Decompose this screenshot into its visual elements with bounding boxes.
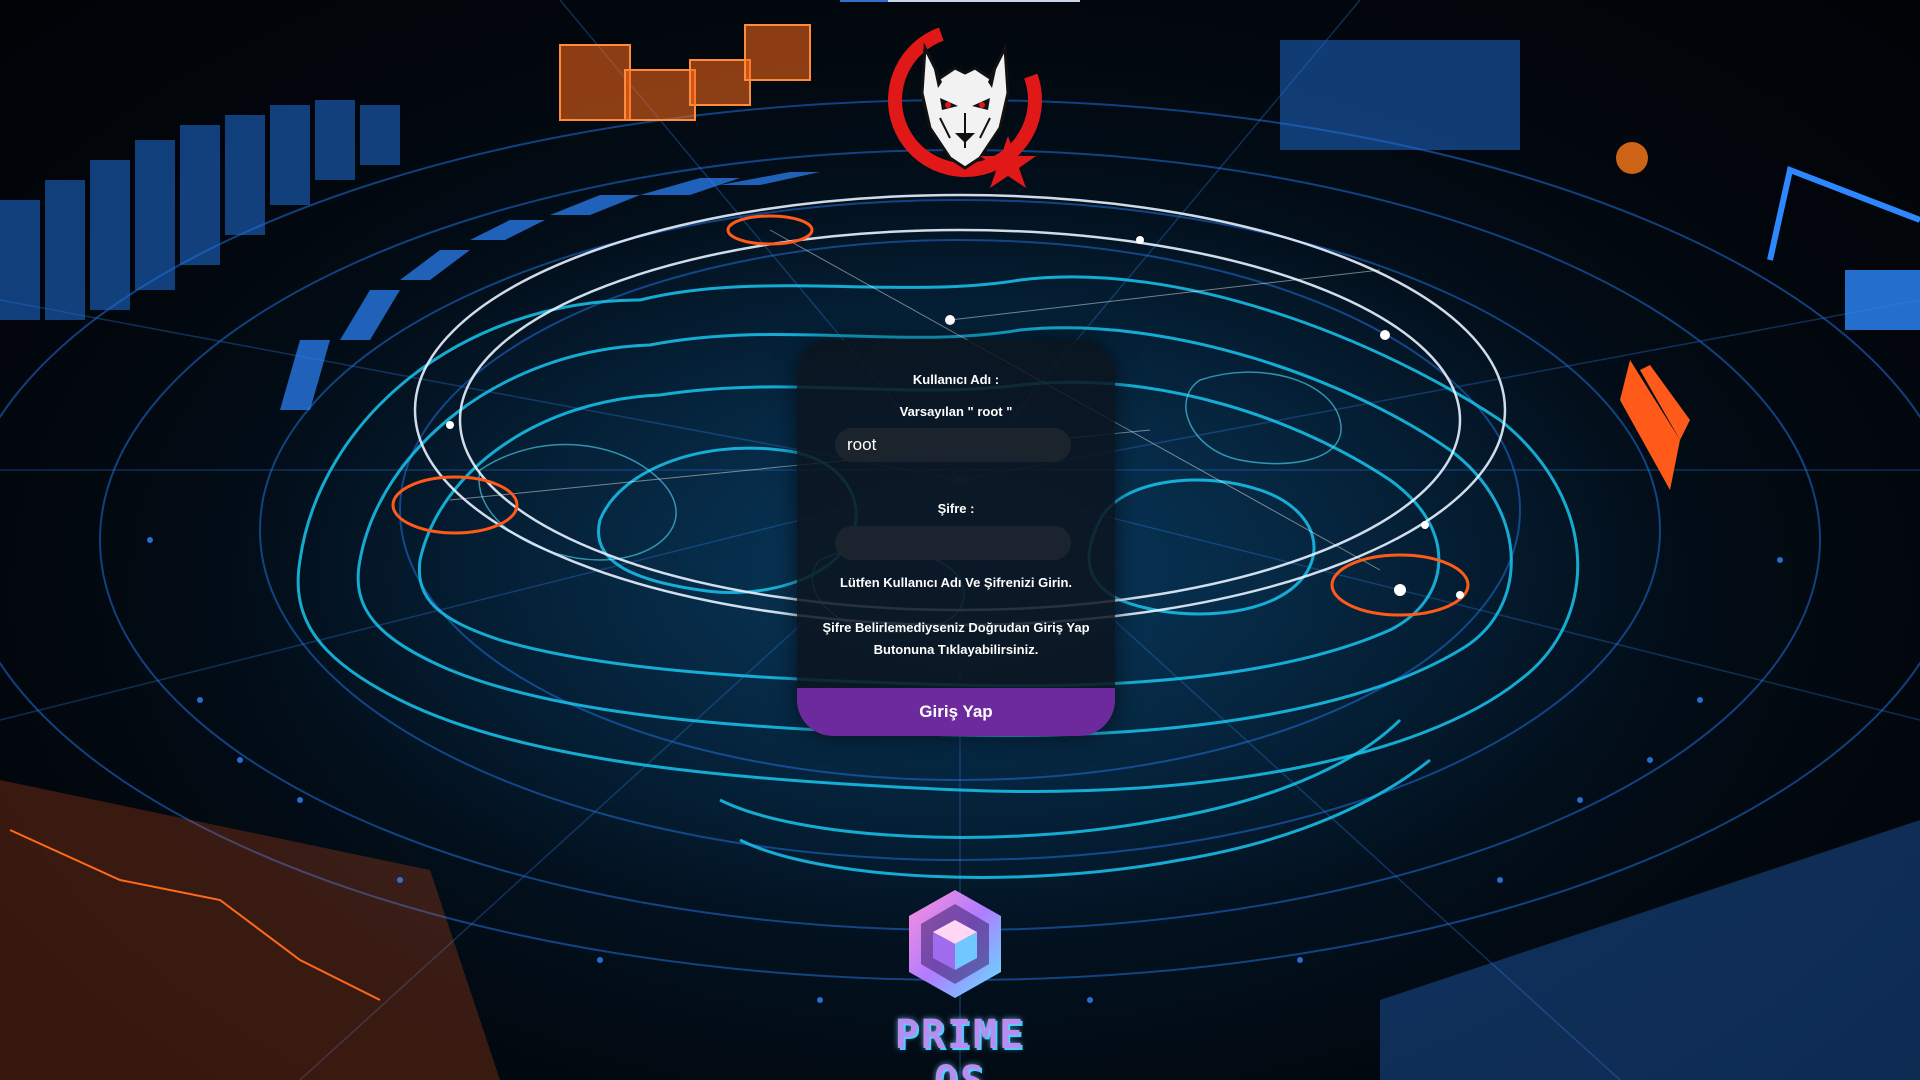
password-label: Şifre :: [937, 501, 975, 516]
login-screen: Kullanıcı Adı : Varsayılan " root " Şifr…: [0, 0, 1920, 1080]
os-name-logo: PRIME OS: [894, 1012, 1026, 1080]
hexagon-cube-icon: [909, 890, 1001, 998]
login-button[interactable]: Giriş Yap: [797, 688, 1115, 736]
default-username-hint: Varsayılan " root ": [899, 404, 1013, 419]
password-input[interactable]: [835, 526, 1071, 560]
no-password-hint: Şifre Belirlemediyseniz Doğrudan Giriş Y…: [822, 620, 1090, 657]
login-instruction: Lütfen Kullanıcı Adı Ve Şifrenizi Girin.: [839, 575, 1073, 590]
username-label: Kullanıcı Adı :: [912, 372, 1000, 387]
wolf-crescent-star-icon: [888, 23, 1042, 188]
username-input[interactable]: [835, 428, 1071, 462]
login-card: Kullanıcı Adı : Varsayılan " root " Şifr…: [797, 340, 1115, 736]
top-progress-bar: [840, 0, 1080, 2]
